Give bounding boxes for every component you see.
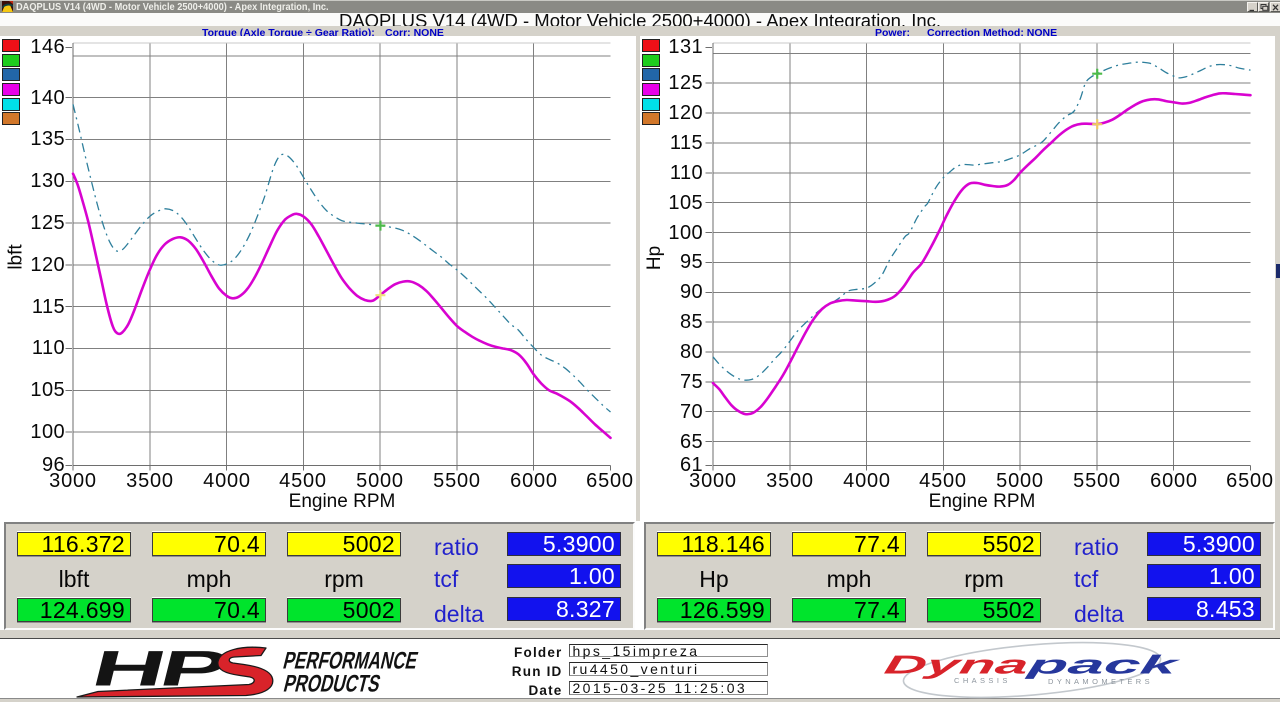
svg-text:PRODUCTS: PRODUCTS xyxy=(281,671,383,697)
svg-text:DYNAMOMETERS: DYNAMOMETERS xyxy=(1048,677,1153,686)
svg-text:Dyna: Dyna xyxy=(882,650,1031,679)
svg-text:pack: pack xyxy=(1023,650,1182,679)
svg-text:CHASSIS: CHASSIS xyxy=(954,676,1011,685)
